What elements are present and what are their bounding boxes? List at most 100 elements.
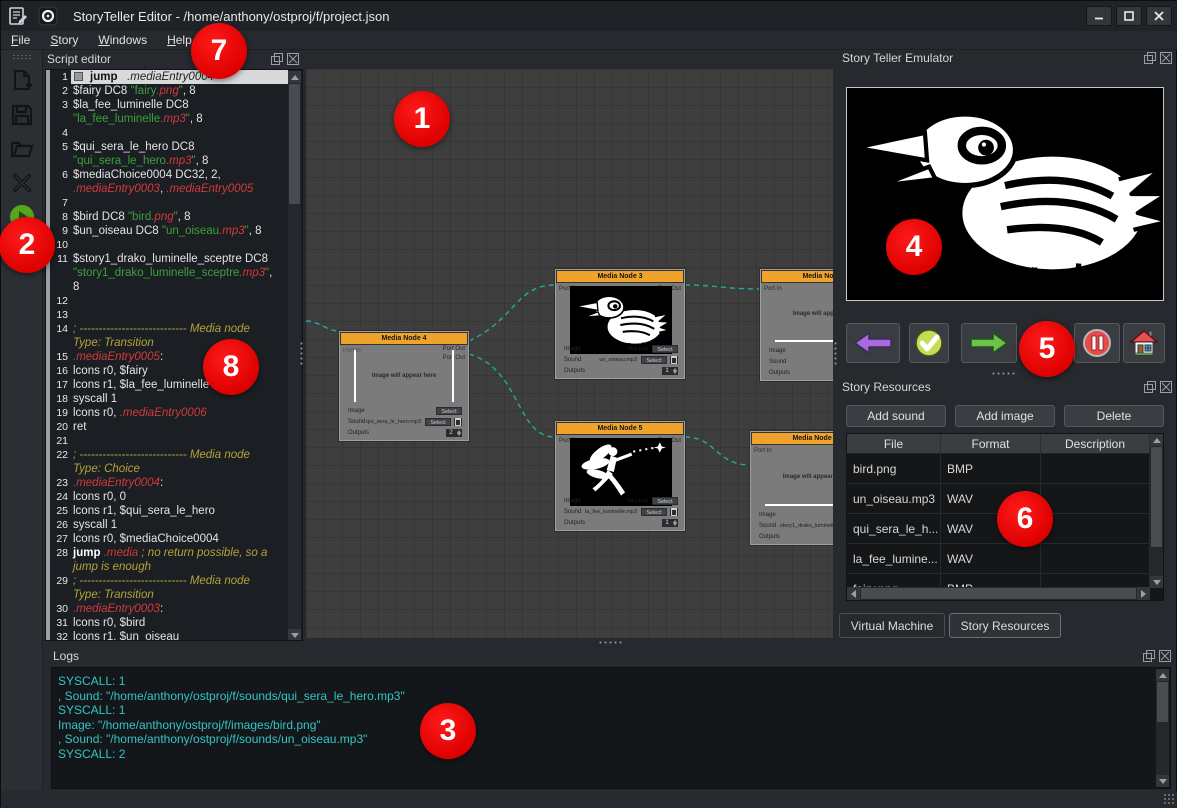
outputs-stepper[interactable]: 1 [662, 519, 678, 527]
code-line[interactable]: .mediaEntry0003, .mediaEntry0005 [50, 182, 288, 196]
code-line[interactable]: 18syscall 1 [50, 392, 288, 406]
code-line[interactable]: 5$qui_sera_le_hero DC8 [50, 140, 288, 154]
node-title[interactable]: Media Node 5 [556, 422, 684, 435]
code-line[interactable]: 1jump .mediaEntry0004 [50, 70, 288, 84]
logs-output[interactable]: SYSCALL: 1, Sound: "/home/anthony/ostpro… [51, 667, 1171, 789]
previous-button[interactable] [846, 323, 900, 363]
table-row[interactable]: la_fee_lumine...WAV [847, 544, 1150, 574]
code-line[interactable]: 13 [50, 308, 288, 322]
media-node-5[interactable]: Media Node 5 Port In Port Out Imagefairy… [555, 421, 685, 531]
float-panel-icon[interactable] [1144, 381, 1156, 393]
code-line[interactable]: 29; ---------------------------- Media n… [50, 574, 288, 588]
code-line[interactable]: 27lcons r0, $mediaChoice0004 [50, 532, 288, 546]
select-sound-button[interactable]: Select [641, 356, 667, 364]
table-vertical-scrollbar[interactable] [1150, 434, 1163, 588]
delete-button[interactable]: Delete [1064, 405, 1164, 427]
outputs-stepper[interactable]: 1 [662, 367, 678, 375]
code-line[interactable]: 7 [50, 196, 288, 210]
minimize-button[interactable] [1086, 6, 1112, 26]
select-sound-button[interactable]: Select [641, 508, 667, 516]
code-line[interactable]: 21 [50, 434, 288, 448]
scrollbar-thumb[interactable] [289, 84, 300, 204]
menu-story[interactable]: Story [40, 31, 88, 49]
select-image-button[interactable]: Select [652, 497, 678, 505]
resize-grip[interactable] [1163, 793, 1175, 805]
scroll-down-icon[interactable] [1150, 576, 1163, 588]
scroll-up-icon[interactable] [1156, 669, 1169, 681]
node-title[interactable]: Media Node 6 [751, 432, 833, 445]
close-panel-icon[interactable] [1159, 650, 1171, 662]
code-line[interactable]: 30.mediaEntry0003: [50, 602, 288, 616]
code-line[interactable]: 24lcons r0, 0 [50, 490, 288, 504]
code-line[interactable]: 10 [50, 238, 288, 252]
table-horizontal-scrollbar[interactable] [847, 587, 1150, 600]
scrollbar-thumb[interactable] [861, 588, 1136, 599]
node-title[interactable]: Media Node 3 [556, 270, 684, 283]
outputs-stepper[interactable]: 2 [446, 429, 462, 437]
code-line[interactable]: 3$la_fee_luminelle DC8 [50, 98, 288, 112]
code-line[interactable]: Type: Transition [50, 588, 288, 602]
code-line[interactable]: 4 [50, 126, 288, 140]
code-line[interactable]: 11$story1_drako_luminelle_sceptre DC8 [50, 252, 288, 266]
scroll-left-icon[interactable] [847, 587, 860, 600]
close-panel-icon[interactable] [1160, 381, 1172, 393]
toolbar-handle[interactable] [12, 54, 32, 60]
scroll-up-icon[interactable] [1150, 434, 1163, 446]
float-panel-icon[interactable] [271, 53, 283, 65]
scroll-up-icon[interactable] [288, 71, 301, 83]
code-line[interactable]: 2$fairy DC8 "fairy.png", 8 [50, 84, 288, 98]
trash-icon[interactable] [670, 356, 678, 364]
add-sound-button[interactable]: Add sound [846, 405, 946, 427]
code-line[interactable]: 22; ---------------------------- Media n… [50, 448, 288, 462]
save-icon[interactable] [9, 102, 35, 128]
table-row[interactable]: fairy.pngBMP [847, 574, 1150, 588]
scrollbar-thumb[interactable] [1151, 447, 1162, 547]
select-image-button[interactable]: Select [436, 407, 462, 415]
code-line[interactable]: "qui_sera_le_hero.mp3", 8 [50, 154, 288, 168]
splitter-handle[interactable] [299, 341, 304, 367]
open-folder-icon[interactable] [9, 136, 35, 162]
code-line[interactable]: 6$mediaChoice0004 DC32, 2, [50, 168, 288, 182]
close-panel-icon[interactable] [287, 53, 299, 65]
code-line[interactable]: 14; ---------------------------- Media n… [50, 322, 288, 336]
media-node-6[interactable]: Media Node 6 Port In Image will appear h… [750, 431, 833, 545]
code-line[interactable]: 28jump .media ; no return possible, so a [50, 546, 288, 560]
code-line[interactable]: 19lcons r0, .mediaEntry0006 [50, 406, 288, 420]
media-node-2[interactable]: Media Node 2 Port In Image will appear h… [760, 269, 833, 381]
menu-file[interactable]: File [1, 31, 40, 49]
code-line[interactable]: 8$bird DC8 "bird.png", 8 [50, 210, 288, 224]
code-line[interactable]: 26syscall 1 [50, 518, 288, 532]
logs-vertical-scrollbar[interactable] [1156, 669, 1169, 787]
select-image-button[interactable]: Select [652, 345, 678, 353]
code-line[interactable]: 25lcons r1, $qui_sera_le_hero [50, 504, 288, 518]
scroll-down-icon[interactable] [288, 629, 301, 641]
home-button[interactable] [1123, 323, 1165, 363]
ok-button[interactable] [909, 323, 949, 363]
tab-story-resources[interactable]: Story Resources [949, 613, 1061, 638]
add-image-button[interactable]: Add image [955, 405, 1055, 427]
close-panel-icon[interactable] [1160, 52, 1172, 64]
code-line[interactable]: "story1_drako_luminelle_sceptre.mp3", [50, 266, 288, 280]
code-line[interactable]: 9$un_oiseau DC8 "un_oiseau.mp3", 8 [50, 224, 288, 238]
scroll-right-icon[interactable] [1137, 587, 1150, 600]
trash-icon[interactable] [454, 418, 462, 426]
float-panel-icon[interactable] [1143, 650, 1155, 662]
node-graph-canvas[interactable]: Media Node 4 Port In Port Out Port Out I… [306, 69, 833, 638]
code-line[interactable]: 20ret [50, 420, 288, 434]
code-line[interactable]: 23.mediaEntry0004: [50, 476, 288, 490]
code-line[interactable]: 32lcons r1, $un_oiseau [50, 630, 288, 641]
new-document-icon[interactable] [9, 68, 35, 94]
code-line[interactable]: 8 [50, 280, 288, 294]
splitter-handle[interactable] [833, 341, 838, 367]
maximize-button[interactable] [1116, 6, 1142, 26]
select-sound-button[interactable]: Select [425, 418, 451, 426]
media-node-4[interactable]: Media Node 4 Port In Port Out Port Out I… [339, 331, 469, 441]
code-line[interactable]: Type: Choice [50, 462, 288, 476]
splitter-handle[interactable] [598, 640, 624, 645]
scroll-down-icon[interactable] [1156, 775, 1169, 787]
scrollbar-thumb[interactable] [1157, 682, 1168, 722]
table-row[interactable]: bird.pngBMP [847, 454, 1150, 484]
code-line[interactable]: "la_fee_luminelle.mp3", 8 [50, 112, 288, 126]
delete-cross-icon[interactable] [9, 170, 35, 196]
tab-virtual-machine[interactable]: Virtual Machine [839, 613, 945, 638]
